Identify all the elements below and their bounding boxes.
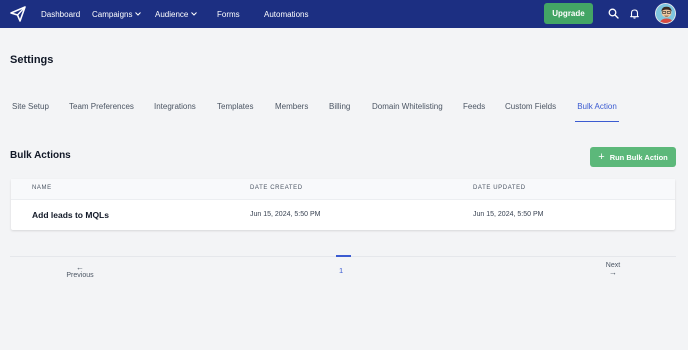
tab-feeds[interactable]: Feeds xyxy=(463,96,485,122)
bulk-actions-table: NAME DATE CREATED DATE UPDATED Add leads… xyxy=(11,179,675,230)
column-header-date-updated[interactable]: DATE UPDATED xyxy=(473,185,526,191)
chevron-down-icon xyxy=(191,12,198,16)
table-header: NAME DATE CREATED DATE UPDATED xyxy=(11,179,675,200)
bell-icon[interactable] xyxy=(628,7,641,20)
nav-audience-label: Audience xyxy=(155,9,189,19)
tab-members[interactable]: Members xyxy=(275,96,308,122)
next-page-button[interactable]: Next → xyxy=(600,262,626,277)
arrow-right-icon: → xyxy=(609,268,617,277)
run-bulk-action-label: Run Bulk Action xyxy=(609,152,668,162)
arrow-left-icon: ← xyxy=(76,263,84,272)
user-avatar[interactable] xyxy=(655,3,676,24)
table-row[interactable]: Add leads to MQLs Jun 15, 2024, 5:50 PM … xyxy=(11,200,675,230)
tab-team-preferences[interactable]: Team Preferences xyxy=(69,96,134,122)
nav-campaigns[interactable]: Campaigns xyxy=(92,0,142,28)
tab-custom-fields[interactable]: Custom Fields xyxy=(505,96,556,122)
previous-label: Previous xyxy=(66,272,94,279)
column-header-name[interactable]: NAME xyxy=(32,185,52,191)
tab-integrations[interactable]: Integrations xyxy=(154,96,196,122)
nav-dashboard[interactable]: Dashboard xyxy=(41,0,80,28)
nav-campaigns-label: Campaigns xyxy=(92,9,133,19)
column-header-date-created[interactable]: DATE CREATED xyxy=(250,185,303,191)
page-number-1[interactable]: 1 xyxy=(339,266,343,275)
run-bulk-action-button[interactable]: + Run Bulk Action xyxy=(590,147,676,167)
row-date-created: Jun 15, 2024, 5:50 PM xyxy=(250,211,321,218)
section-title: Bulk Actions xyxy=(10,150,71,161)
paper-plane-logo-icon[interactable] xyxy=(9,5,27,23)
nav-audience[interactable]: Audience xyxy=(155,0,198,28)
tab-bulk-action[interactable]: Bulk Action xyxy=(575,96,619,122)
upgrade-button[interactable]: Upgrade xyxy=(544,3,593,24)
nav-automations[interactable]: Automations xyxy=(264,0,308,28)
top-navbar: Dashboard Campaigns Audience Forms Autom… xyxy=(0,0,688,28)
settings-tabs: Site Setup Team Preferences Integrations… xyxy=(0,96,688,122)
tab-billing[interactable]: Billing xyxy=(329,96,350,122)
nav-forms[interactable]: Forms xyxy=(217,0,240,28)
row-date-updated: Jun 15, 2024, 5:50 PM xyxy=(473,211,544,218)
tab-templates[interactable]: Templates xyxy=(217,96,253,122)
row-name[interactable]: Add leads to MQLs xyxy=(32,210,109,220)
plus-icon: + xyxy=(598,150,605,163)
previous-page-button[interactable]: ← Previous xyxy=(62,263,98,280)
page-title: Settings xyxy=(10,54,54,66)
tab-domain-whitelisting[interactable]: Domain Whitelisting xyxy=(372,96,443,122)
chevron-down-icon xyxy=(135,12,142,16)
pagination-active-indicator xyxy=(336,255,351,257)
tab-site-setup[interactable]: Site Setup xyxy=(12,96,49,122)
search-icon[interactable] xyxy=(607,7,620,20)
